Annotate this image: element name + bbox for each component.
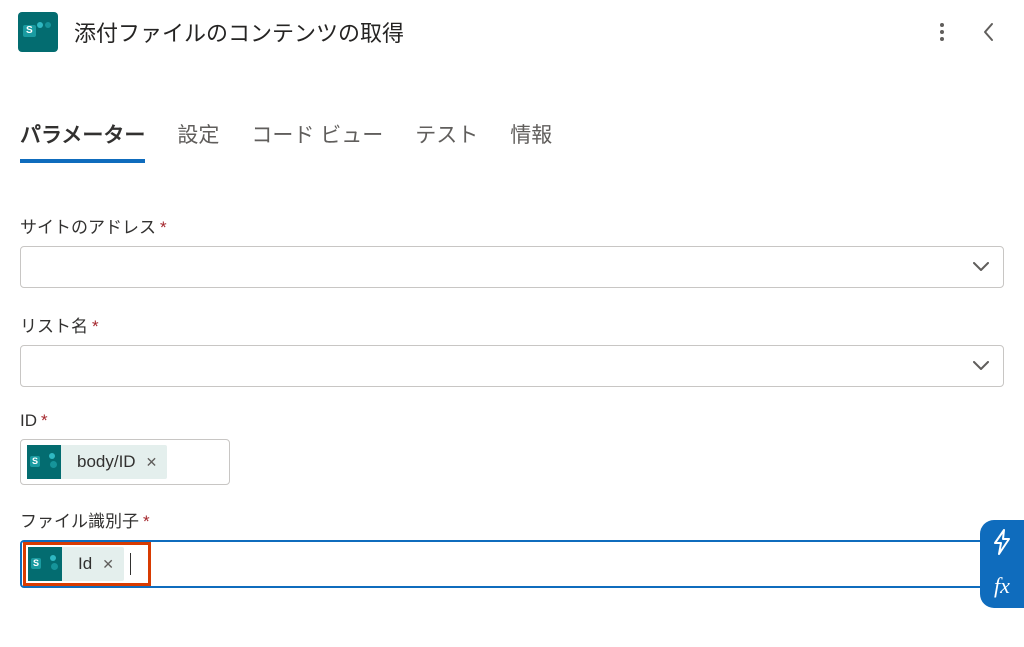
dynamic-content-buttons: fx bbox=[980, 520, 1024, 608]
panel-tabs: パラメーター 設定 コード ビュー テスト 情報 bbox=[0, 64, 1024, 163]
token-label: Id bbox=[72, 554, 92, 574]
label-id: ID* bbox=[20, 411, 1004, 431]
tab-parameters[interactable]: パラメーター bbox=[20, 119, 145, 163]
tab-info[interactable]: 情報 bbox=[510, 119, 552, 163]
remove-token-icon[interactable]: ✕ bbox=[102, 556, 114, 573]
tab-settings[interactable]: 設定 bbox=[177, 119, 219, 163]
collapse-icon[interactable] bbox=[976, 20, 1000, 44]
sharepoint-connector-icon: S bbox=[18, 12, 58, 52]
remove-token-icon[interactable]: ✕ bbox=[146, 454, 158, 471]
token-id[interactable]: S Id ✕ bbox=[28, 547, 124, 581]
sharepoint-icon: S bbox=[28, 547, 62, 581]
input-id[interactable]: S body/ID ✕ bbox=[20, 439, 230, 485]
lightning-icon bbox=[992, 529, 1012, 555]
action-title: 添付ファイルのコンテンツの取得 bbox=[74, 16, 930, 48]
sharepoint-icon: S bbox=[27, 445, 61, 479]
input-file-id[interactable]: S Id ✕ bbox=[20, 540, 1004, 588]
text-cursor bbox=[130, 553, 131, 575]
chevron-down-icon bbox=[973, 262, 989, 272]
label-list-name: リスト名* bbox=[20, 312, 1004, 337]
token-body-id[interactable]: S body/ID ✕ bbox=[27, 445, 167, 479]
dropdown-list-name[interactable] bbox=[20, 345, 1004, 387]
token-label: body/ID bbox=[71, 452, 136, 472]
dropdown-site-address[interactable] bbox=[20, 246, 1004, 288]
more-icon[interactable] bbox=[930, 20, 954, 44]
chevron-down-icon bbox=[973, 361, 989, 371]
dynamic-content-button[interactable] bbox=[980, 520, 1024, 564]
label-site-address: サイトのアドレス* bbox=[20, 213, 1004, 238]
expression-button[interactable]: fx bbox=[980, 564, 1024, 608]
tab-code-view[interactable]: コード ビュー bbox=[251, 119, 383, 163]
label-file-id: ファイル識別子* bbox=[20, 507, 1004, 532]
tab-test[interactable]: テスト bbox=[415, 119, 478, 163]
